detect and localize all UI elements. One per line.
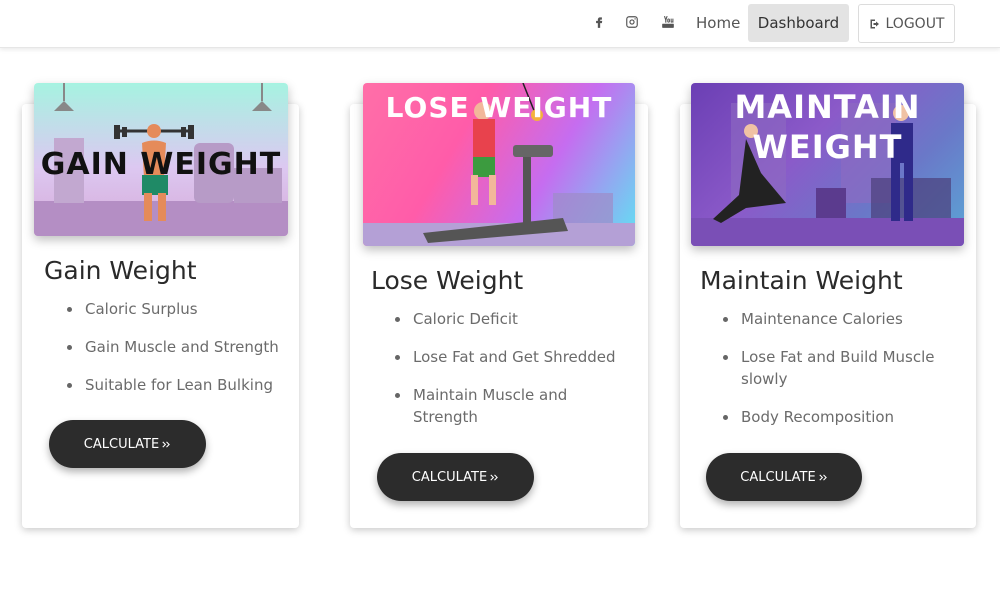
- lose-weight-banner-image: LOSE WEIGHT: [363, 83, 635, 246]
- calculate-label: CALCULATE: [83, 436, 160, 452]
- double-chevron-right-icon: [819, 474, 827, 480]
- maintain-weight-banner-image: MAINTAIN WEIGHT: [691, 83, 964, 246]
- lose-weight-banner-text: LOSE WEIGHT: [385, 91, 613, 124]
- gain-weight-title: Gain Weight: [44, 256, 197, 285]
- instagram-icon[interactable]: [622, 12, 642, 32]
- list-item: Lose Fat and Get Shredded: [395, 346, 635, 368]
- list-item: Maintenance Calories: [723, 308, 963, 330]
- lose-weight-features: Caloric Deficit Lose Fat and Get Shredde…: [395, 308, 635, 444]
- list-item: Caloric Deficit: [395, 308, 635, 330]
- logout-button[interactable]: LOGOUT: [858, 4, 955, 43]
- maintain-weight-calculate-button[interactable]: CALCULATE: [706, 453, 862, 501]
- list-item: Caloric Surplus: [67, 298, 292, 320]
- maintain-weight-features: Maintenance Calories Lose Fat and Build …: [723, 308, 963, 444]
- top-navbar: Home Dashboard LOGOUT: [0, 0, 1000, 48]
- sign-out-icon: [870, 19, 879, 28]
- list-item: Body Recomposition: [723, 406, 963, 428]
- double-chevron-right-icon: [490, 474, 499, 480]
- lose-weight-calculate-button[interactable]: CALCULATE: [377, 453, 534, 501]
- logout-label: LOGOUT: [885, 15, 945, 32]
- gain-weight-banner-text: GAIN WEIGHT: [40, 147, 282, 182]
- gain-weight-calculate-button[interactable]: CALCULATE: [49, 420, 206, 468]
- gain-weight-features: Caloric Surplus Gain Muscle and Strength…: [67, 298, 292, 412]
- nav-home-link[interactable]: Home: [688, 4, 748, 42]
- list-item: Lose Fat and Build Muscle slowly: [723, 346, 963, 390]
- list-item: Gain Muscle and Strength: [67, 336, 292, 358]
- youtube-icon[interactable]: [658, 12, 678, 32]
- list-item: Maintain Muscle and Strength: [395, 384, 635, 428]
- calculate-label: CALCULATE: [740, 469, 816, 485]
- maintain-weight-title: Maintain Weight: [700, 266, 903, 295]
- lose-weight-title: Lose Weight: [371, 266, 524, 295]
- facebook-icon[interactable]: [589, 12, 609, 32]
- gain-weight-banner-image: GAIN WEIGHT: [34, 83, 288, 236]
- maintain-weight-banner-text: MAINTAIN WEIGHT: [734, 88, 921, 166]
- calculate-label: CALCULATE: [411, 469, 488, 485]
- double-chevron-right-icon: [162, 441, 171, 447]
- list-item: Suitable for Lean Bulking: [67, 374, 292, 396]
- nav-dashboard-link[interactable]: Dashboard: [748, 4, 849, 42]
